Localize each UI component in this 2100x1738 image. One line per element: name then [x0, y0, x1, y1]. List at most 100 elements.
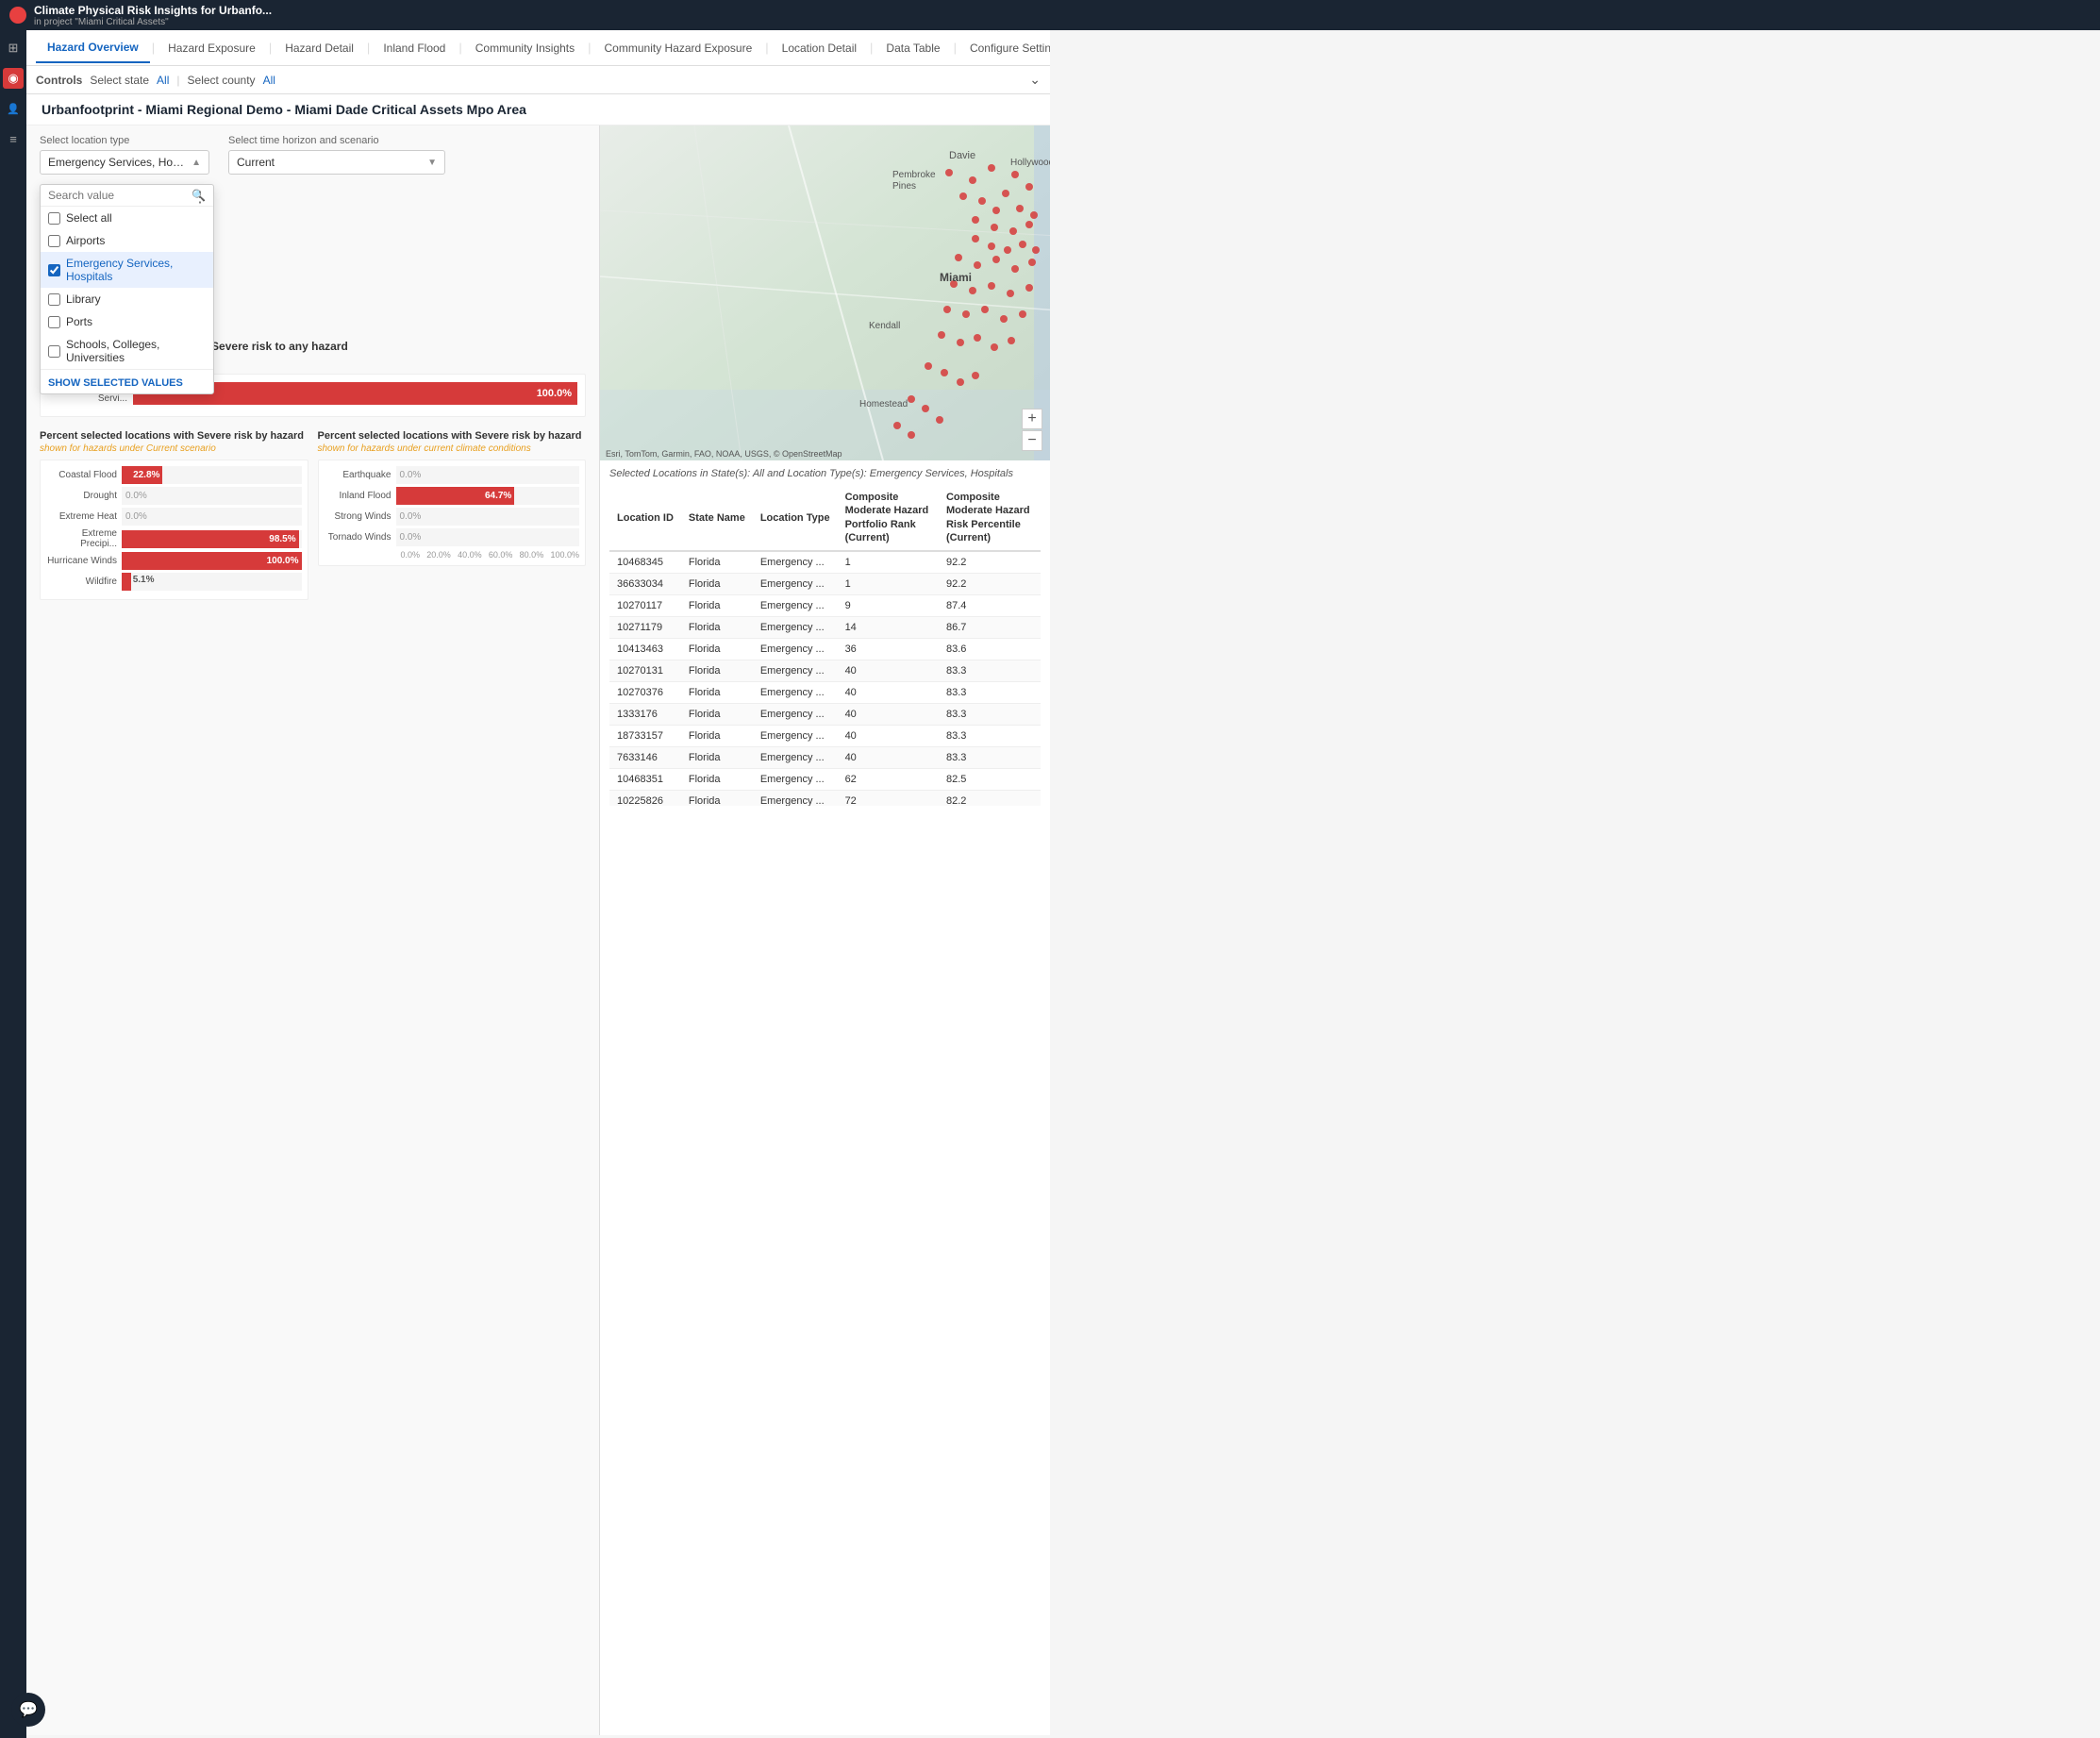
table-row[interactable]: 7633146FloridaEmergency ...4083.3: [609, 747, 1041, 769]
location-type-group: Select location type Emergency Services,…: [40, 135, 209, 175]
hazard-right-subtitle: shown for hazards under current climate …: [318, 443, 587, 454]
select-state-value[interactable]: All: [157, 74, 169, 87]
tab-inland-flood[interactable]: Inland Flood: [372, 34, 457, 62]
dropdown-item-schools[interactable]: Schools, Colleges, Universities: [41, 333, 213, 369]
dropdown-item-airports[interactable]: Airports: [41, 229, 213, 252]
col-state-name: State Name: [681, 485, 753, 551]
user-icon[interactable]: 👤: [3, 98, 24, 119]
bar-fill: 22.8%: [122, 466, 162, 484]
hazard-right-chart: Earthquake 0.0% Inland Flood 64.7%: [318, 460, 587, 566]
time-horizon-label: Select time horizon and scenario: [228, 135, 445, 146]
hazard-charts-row: Percent selected locations with Severe r…: [40, 430, 586, 600]
dropdown-item-label: Schools, Colleges, Universities: [66, 338, 206, 364]
tab-hazard-overview[interactable]: Hazard Overview: [36, 33, 150, 63]
bar-bg: 0.0%: [396, 508, 580, 526]
time-horizon-group: Select time horizon and scenario Current…: [228, 135, 445, 175]
dropdown-search-input[interactable]: [48, 189, 188, 202]
sidebar: ⊞ ◉ 👤 ≡: [0, 30, 26, 1738]
dropdown-item-ports[interactable]: Ports: [41, 310, 213, 333]
show-selected-values[interactable]: SHOW SELECTED VALUES: [48, 377, 183, 389]
bar-value: 98.5%: [269, 534, 295, 544]
location-type-arrow: ▲: [192, 158, 201, 168]
tab-separator-8: |: [952, 41, 958, 55]
bar-value-outside: 5.1%: [133, 575, 155, 585]
bar-label: Drought: [46, 491, 122, 501]
bar-label: Extreme Precipi...: [46, 528, 122, 549]
home-icon[interactable]: ⊞: [3, 38, 24, 58]
bar-zero: 0.0%: [400, 470, 422, 480]
collapse-btn[interactable]: ⌄: [1029, 72, 1041, 88]
table-row[interactable]: 10270376FloridaEmergency ...4083.3: [609, 682, 1041, 704]
app-title: Climate Physical Risk Insights for Urban…: [34, 4, 272, 17]
dropdown-item-emergency[interactable]: Emergency Services, Hospitals: [41, 252, 213, 288]
table-row[interactable]: 10225826FloridaEmergency ...7282.2: [609, 791, 1041, 806]
left-panel: Select location type Emergency Services,…: [26, 125, 600, 1735]
bar-tornado-winds: Tornado Winds 0.0%: [325, 528, 580, 546]
table-caption: Selected Locations in State(s): All and …: [609, 468, 1041, 479]
tab-separator-5: |: [586, 41, 592, 55]
bar-label: Wildfire: [46, 577, 122, 587]
bar-label: Extreme Heat: [46, 511, 122, 522]
table-row[interactable]: 10270117FloridaEmergency ...987.4: [609, 595, 1041, 617]
time-horizon-arrow: ▼: [427, 158, 437, 168]
map-zoom-in[interactable]: +: [1022, 409, 1042, 429]
bar-label: Tornado Winds: [325, 532, 396, 543]
dropdown-footer: SHOW SELECTED VALUES: [41, 369, 213, 393]
time-horizon-select[interactable]: Current ▼: [228, 150, 445, 175]
table-row[interactable]: 18733157FloridaEmergency ...4083.3: [609, 726, 1041, 747]
bar-hurricane: Hurricane Winds 100.0%: [46, 552, 302, 570]
map-zoom-out[interactable]: −: [1022, 430, 1042, 451]
dropdown-item-label: Select all: [66, 211, 112, 225]
right-panel: Davie Pembroke Pines Hollywood Miami Ken…: [600, 125, 1050, 1735]
dropdown-item-select-all[interactable]: Select all: [41, 207, 213, 229]
bar-label: Earthquake: [325, 470, 396, 480]
table-row[interactable]: 10270131FloridaEmergency ...4083.3: [609, 660, 1041, 682]
tab-data-table[interactable]: Data Table: [875, 34, 951, 62]
tab-location-detail[interactable]: Location Detail: [771, 34, 868, 62]
bar-value: 100.0%: [267, 556, 299, 566]
bar-fill: 64.7%: [396, 487, 515, 505]
table-row[interactable]: 1333176FloridaEmergency ...4083.3: [609, 704, 1041, 726]
controls-sep1: |: [176, 74, 179, 87]
dropdown-more-btn[interactable]: ⋮: [192, 188, 208, 207]
table-row[interactable]: 10413463FloridaEmergency ...3683.6: [609, 639, 1041, 660]
tab-separator-4: |: [457, 41, 463, 55]
chat-button[interactable]: 💬: [11, 1693, 45, 1727]
bar-label: Coastal Flood: [46, 470, 122, 480]
nav-tabs: Hazard Overview | Hazard Exposure | Haza…: [26, 30, 1050, 66]
tab-separator-3: |: [365, 41, 372, 55]
map-icon[interactable]: ◉: [3, 68, 24, 89]
x-axis: 0.0% 20.0% 40.0% 60.0% 80.0% 100.0%: [325, 550, 580, 560]
table-row[interactable]: 10271179FloridaEmergency ...1486.7: [609, 617, 1041, 639]
data-table: Location ID State Name Location Type Com…: [609, 485, 1041, 806]
location-type-select[interactable]: Emergency Services, Hospitals ▲: [40, 150, 209, 175]
bar-label: Inland Flood: [325, 491, 396, 501]
tab-hazard-detail[interactable]: Hazard Detail: [274, 34, 365, 62]
bar-zero: 0.0%: [125, 511, 147, 522]
tab-separator-7: |: [868, 41, 875, 55]
table-scroll[interactable]: Location ID State Name Location Type Com…: [609, 485, 1041, 806]
select-county-value[interactable]: All: [263, 74, 275, 87]
layers-icon[interactable]: ≡: [3, 128, 24, 149]
bar-bg: 64.7%: [396, 487, 580, 505]
chat-icon: 💬: [19, 1700, 38, 1719]
table-row[interactable]: 10468351FloridaEmergency ...6282.5: [609, 769, 1041, 791]
table-row[interactable]: 36633034FloridaEmergency ...192.2: [609, 574, 1041, 595]
bar-strong-winds: Strong Winds 0.0%: [325, 508, 580, 526]
svg-text:Kendall: Kendall: [869, 321, 900, 331]
tab-community-insights[interactable]: Community Insights: [464, 34, 586, 62]
tab-hazard-exposure[interactable]: Hazard Exposure: [157, 34, 267, 62]
col-location-id: Location ID: [609, 485, 681, 551]
bar-zero: 0.0%: [125, 491, 147, 501]
table-row[interactable]: 10468345FloridaEmergency ...192.2: [609, 551, 1041, 574]
tab-configure-settings[interactable]: Configure Settings: [958, 34, 1050, 62]
select-county-label: Select county: [188, 74, 256, 87]
tab-community-hazard[interactable]: Community Hazard Exposure: [593, 34, 764, 62]
bar-inland-flood: Inland Flood 64.7%: [325, 487, 580, 505]
col-percentile: Composite Moderate Hazard Risk Percentil…: [939, 485, 1041, 551]
svg-text:Miami: Miami: [940, 271, 972, 284]
bar-coastal: Coastal Flood 22.8%: [46, 466, 302, 484]
svg-text:Homestead: Homestead: [859, 399, 908, 409]
table-section: Selected Locations in State(s): All and …: [600, 460, 1050, 813]
dropdown-item-library[interactable]: Library: [41, 288, 213, 310]
